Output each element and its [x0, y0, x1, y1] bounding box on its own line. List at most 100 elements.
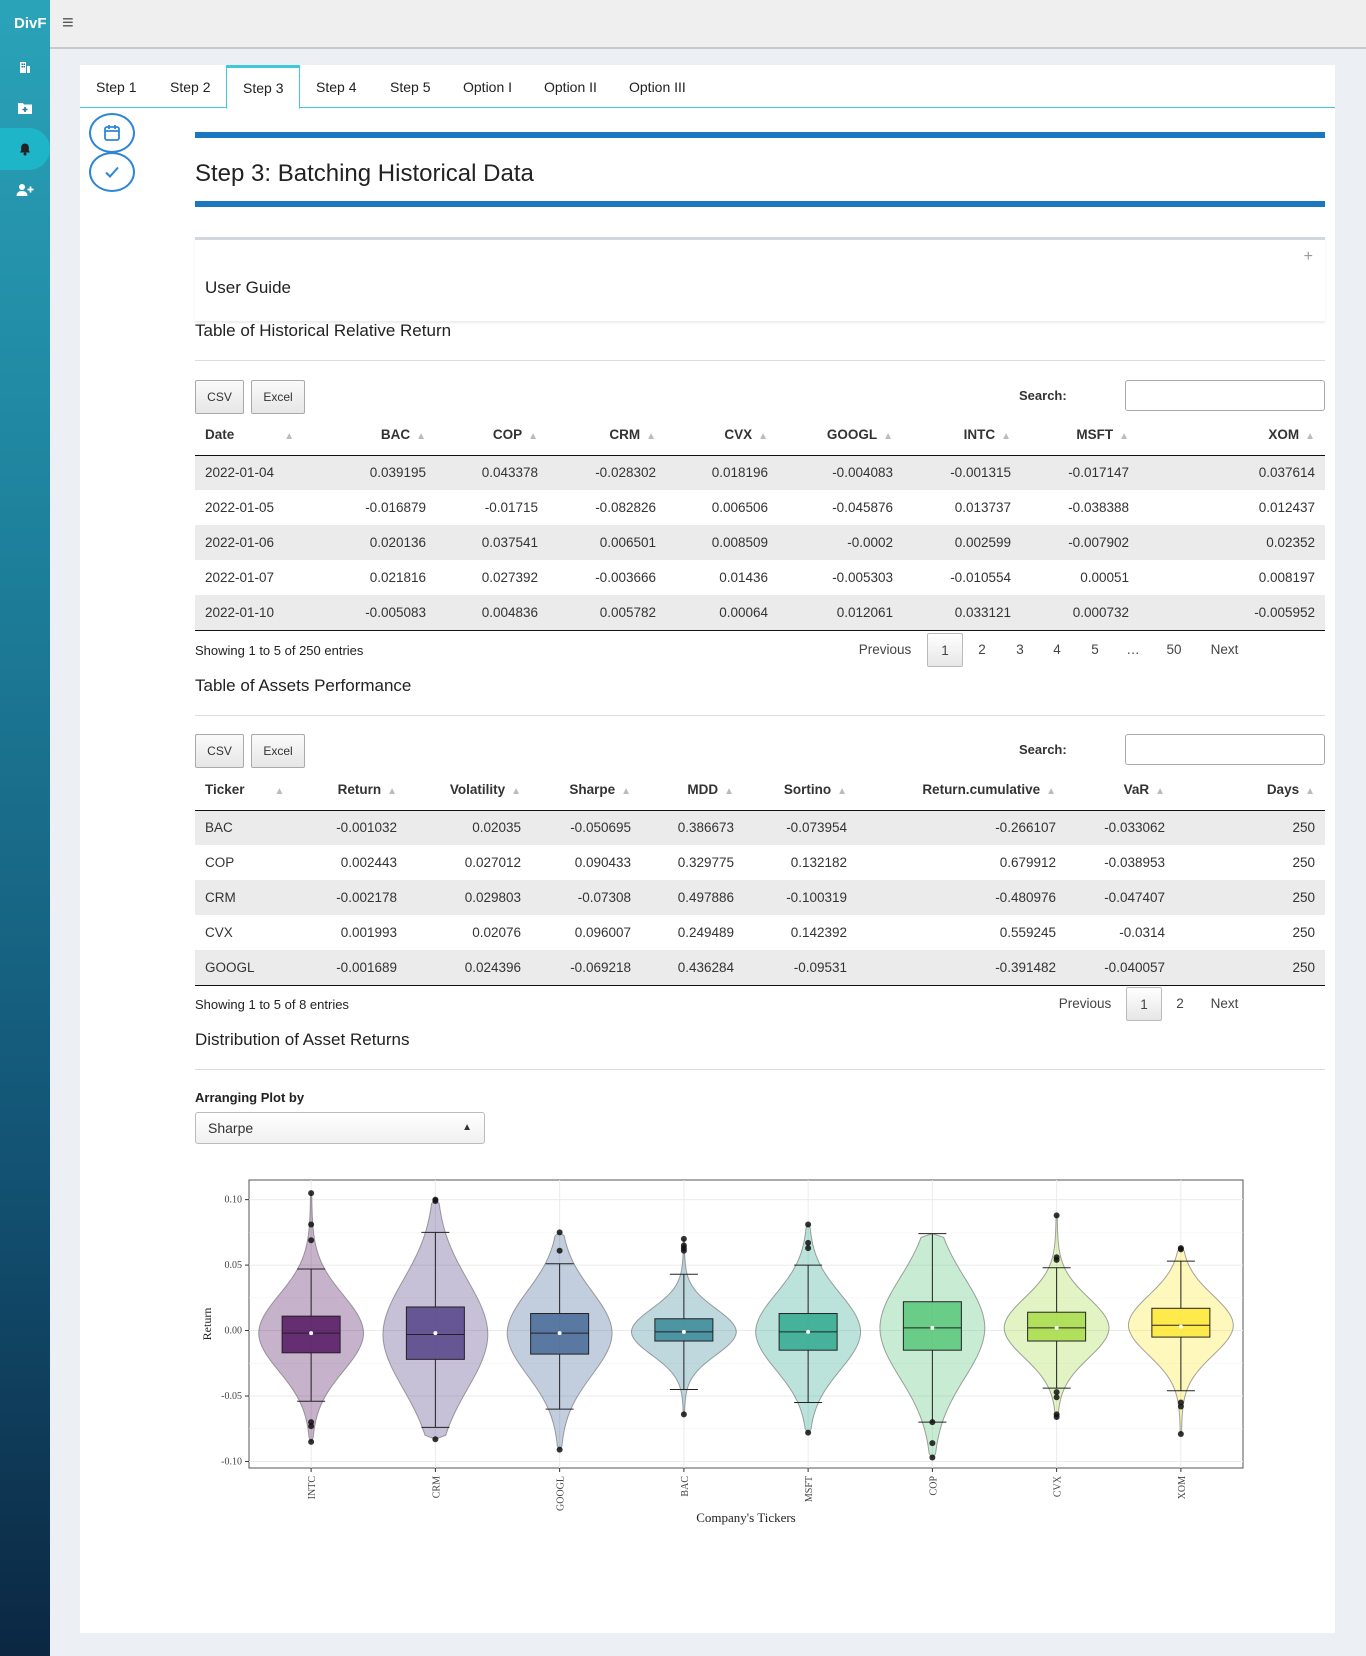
- sidebar-item-building[interactable]: [0, 52, 50, 82]
- table-row[interactable]: 2022-01-10 -0.005083 0.004836 0.005782 0.000…: [195, 595, 1325, 631]
- column-header[interactable]: Return.cumulative ▲: [857, 770, 1066, 811]
- table-row[interactable]: CVX 0.001993 0.02076 0.096007 0.249489 0.1423…: [195, 915, 1325, 950]
- table-cell: 0.006506: [711, 500, 768, 515]
- page-button[interactable]: 3: [1005, 633, 1035, 667]
- table-header-row: Ticker ▲ Return ▲ Volatility ▲ Sharpe ▲ MDD ▲…: [195, 770, 1325, 811]
- user-guide-title: User Guide: [205, 278, 291, 297]
- column-header[interactable]: Volatility ▲: [407, 770, 531, 811]
- sidebar: DivF: [0, 0, 50, 1656]
- column-header[interactable]: Sortino ▲: [744, 770, 857, 811]
- title-rule-bottom: [195, 201, 1325, 207]
- outlier-point: [680, 1247, 687, 1254]
- table-cell: -0.050695: [531, 810, 641, 845]
- table-cell: 0.004836: [436, 595, 548, 631]
- table-cell: -0.001032: [302, 810, 407, 845]
- table-cell: -0.082826: [595, 500, 656, 515]
- page-button[interactable]: 5: [1080, 633, 1110, 667]
- column-header[interactable]: VaR ▲: [1066, 770, 1175, 811]
- column-header[interactable]: COP ▲: [436, 415, 548, 456]
- mean-point: [433, 1331, 438, 1336]
- sidebar-item-bell[interactable]: [0, 128, 50, 170]
- column-header[interactable]: GOOGL ▲: [778, 415, 903, 456]
- table-cell: -0.005952: [1139, 595, 1325, 631]
- table-row[interactable]: CRM -0.002178 0.029803 -0.07308 0.497886 -0.1…: [195, 880, 1325, 915]
- check-button[interactable]: [89, 152, 135, 192]
- table-row[interactable]: COP 0.002443 0.027012 0.090433 0.329775 0.132…: [195, 845, 1325, 880]
- tab-option-1[interactable]: Option I: [447, 65, 528, 108]
- table-cell: 0.033121: [903, 595, 1021, 631]
- returns-search-input[interactable]: [1125, 380, 1325, 411]
- column-header[interactable]: Ticker ▲: [195, 770, 302, 811]
- next-button[interactable]: Next: [1202, 633, 1247, 667]
- brand-logo[interactable]: DivF: [14, 15, 50, 32]
- mean-point: [806, 1329, 811, 1334]
- previous-button[interactable]: Previous: [1050, 987, 1120, 1021]
- column-header[interactable]: INTC ▲: [903, 415, 1021, 456]
- page-button[interactable]: 50: [1157, 633, 1191, 667]
- outlier-point: [556, 1446, 563, 1453]
- tab-bar: Step 1 Step 2 Step 3 Step 4 Step 5 Optio…: [80, 65, 1335, 109]
- title-rule-top: [195, 132, 1325, 138]
- table-cell: -0.010554: [950, 570, 1011, 585]
- column-header[interactable]: CVX ▲: [666, 415, 778, 456]
- table-cell: 2022-01-06: [195, 525, 315, 560]
- sidebar-item-add-user[interactable]: [0, 175, 50, 205]
- table-row[interactable]: 2022-01-07 0.021816 0.027392 -0.003666 0.014…: [195, 560, 1325, 595]
- table-row[interactable]: 2022-01-04 0.039195 0.043378 -0.028302 0.018…: [195, 455, 1325, 490]
- column-header[interactable]: BAC ▲: [315, 415, 436, 456]
- csv-button[interactable]: CSV: [195, 734, 244, 768]
- tab-step-4[interactable]: Step 4: [300, 65, 372, 108]
- table-cell: -0.073954: [744, 810, 857, 845]
- column-header[interactable]: Return ▲: [302, 770, 407, 811]
- excel-button[interactable]: Excel: [251, 380, 305, 414]
- hamburger-menu-icon[interactable]: ≡: [62, 12, 74, 35]
- arrange-plot-select[interactable]: Sharpe ▲: [195, 1112, 485, 1144]
- outlier-point: [556, 1247, 563, 1254]
- excel-button[interactable]: Excel: [251, 734, 305, 768]
- divider: [195, 1069, 1325, 1070]
- performance-search-input[interactable]: [1125, 734, 1325, 765]
- next-button[interactable]: Next: [1202, 987, 1247, 1021]
- table-row[interactable]: 2022-01-06 0.020136 0.037541 0.006501 0.0085…: [195, 525, 1325, 560]
- tab-step-2[interactable]: Step 2: [154, 65, 226, 108]
- page-title: Step 3: Batching Historical Data: [195, 160, 534, 187]
- csv-button[interactable]: CSV: [195, 380, 244, 414]
- violin-box-chart: -0.10 -0.05 0.00 0.05 0.10 INTC CRM GOOGL BAC MSF…: [200, 1179, 1244, 1525]
- table-cell: 0.002443: [340, 855, 397, 870]
- tab-option-2[interactable]: Option II: [528, 65, 613, 108]
- table-cell: 0.679912: [999, 855, 1056, 870]
- mean-point: [557, 1331, 562, 1336]
- tab-step-3[interactable]: Step 3: [226, 65, 301, 109]
- column-header[interactable]: MSFT ▲: [1021, 415, 1139, 456]
- column-header[interactable]: XOM ▲: [1139, 415, 1325, 456]
- table-cell: -0.002178: [302, 880, 407, 915]
- sidebar-item-folder[interactable]: [0, 93, 50, 123]
- column-header[interactable]: Days ▲: [1175, 770, 1325, 811]
- table-row[interactable]: GOOGL -0.001689 0.024396 -0.069218 0.436284-…: [195, 950, 1325, 986]
- page-button[interactable]: 2: [1165, 987, 1195, 1021]
- expand-plus-icon[interactable]: +: [1304, 248, 1313, 266]
- page-button[interactable]: 4: [1042, 633, 1072, 667]
- tab-step-5[interactable]: Step 5: [374, 65, 446, 108]
- previous-button[interactable]: Previous: [850, 633, 920, 667]
- outlier-point: [1053, 1256, 1060, 1263]
- tab-option-3[interactable]: Option III: [613, 65, 702, 108]
- page-button[interactable]: 2: [967, 633, 997, 667]
- divider: [195, 715, 1325, 716]
- page-button[interactable]: 1: [927, 633, 963, 667]
- tab-step-1[interactable]: Step 1: [80, 65, 152, 108]
- column-header[interactable]: Date ▲: [195, 415, 315, 456]
- column-header[interactable]: Sharpe ▲: [531, 770, 641, 811]
- column-header[interactable]: CRM ▲: [548, 415, 666, 456]
- table-row[interactable]: 2022-01-05 -0.016879 -0.01715 -0.082826 0.00…: [195, 490, 1325, 525]
- x-tick-label: GOOGL: [556, 1476, 567, 1511]
- column-header[interactable]: MDD ▲: [641, 770, 744, 811]
- table-cell: -0.005083: [315, 595, 436, 631]
- table-cell: 2022-01-10: [195, 595, 315, 631]
- table-cell: -0.01715: [484, 500, 538, 515]
- returns-table-info: Showing 1 to 5 of 250 entries: [195, 643, 364, 658]
- table-row[interactable]: BAC -0.001032 0.02035 -0.050695 0.386673 -0.0…: [195, 810, 1325, 845]
- calendar-button[interactable]: [89, 113, 135, 153]
- table-cell: 0.02352: [1139, 525, 1325, 560]
- page-button[interactable]: 1: [1126, 987, 1162, 1021]
